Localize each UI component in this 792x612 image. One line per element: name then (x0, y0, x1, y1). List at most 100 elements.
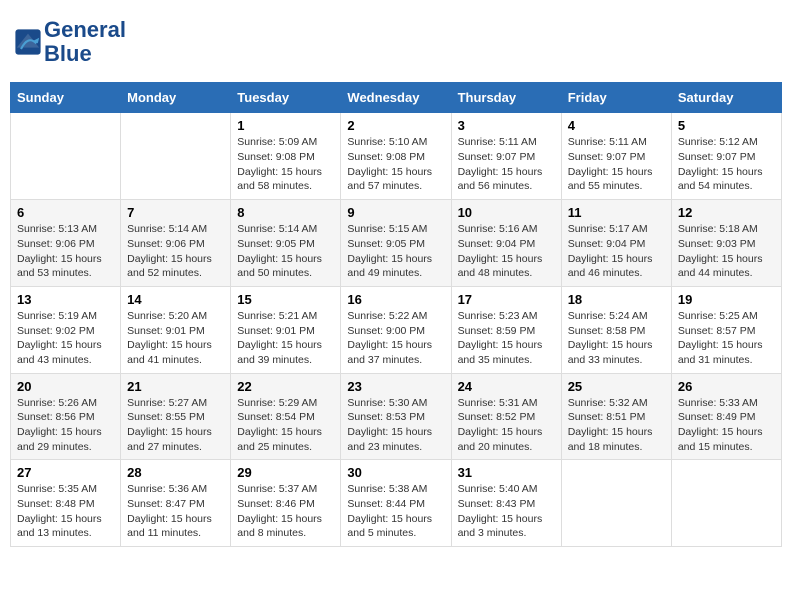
day-info: Sunrise: 5:32 AM Sunset: 8:51 PM Dayligh… (568, 396, 665, 455)
day-number: 9 (347, 205, 444, 220)
day-number: 2 (347, 118, 444, 133)
calendar-cell: 4 Sunrise: 5:11 AM Sunset: 9:07 PM Daylig… (561, 113, 671, 200)
day-info: Sunrise: 5:17 AM Sunset: 9:04 PM Dayligh… (568, 222, 665, 281)
calendar-cell (561, 460, 671, 547)
day-info: Sunrise: 5:11 AM Sunset: 9:07 PM Dayligh… (458, 135, 555, 194)
calendar-cell: 8Sunrise: 5:14 AM Sunset: 9:05 PM Daylig… (231, 200, 341, 287)
week-row-5: 27Sunrise: 5:35 AM Sunset: 8:48 PM Dayli… (11, 460, 782, 547)
logo-icon (14, 28, 42, 56)
day-info: Sunrise: 5:19 AM Sunset: 9:02 PM Dayligh… (17, 309, 114, 368)
day-info: Sunrise: 5:37 AM Sunset: 8:46 PM Dayligh… (237, 482, 334, 541)
day-info: Sunrise: 5:15 AM Sunset: 9:05 PM Dayligh… (347, 222, 444, 281)
day-info: Sunrise: 5:35 AM Sunset: 8:48 PM Dayligh… (17, 482, 114, 541)
day-info: Sunrise: 5:26 AM Sunset: 8:56 PM Dayligh… (17, 396, 114, 455)
day-info: Sunrise: 5:10 AM Sunset: 9:08 PM Dayligh… (347, 135, 444, 194)
day-info: Sunrise: 5:09 AM Sunset: 9:08 PM Dayligh… (237, 135, 334, 194)
day-info: Sunrise: 5:33 AM Sunset: 8:49 PM Dayligh… (678, 396, 775, 455)
calendar-cell: 19 Sunrise: 5:25 AM Sunset: 8:57 PM Dayli… (671, 286, 781, 373)
calendar-cell: 22 Sunrise: 5:29 AM Sunset: 8:54 PM Dayli… (231, 373, 341, 460)
calendar-cell: 20 Sunrise: 5:26 AM Sunset: 8:56 PM Dayli… (11, 373, 121, 460)
day-number: 25 (568, 379, 665, 394)
day-info: Sunrise: 5:23 AM Sunset: 8:59 PM Dayligh… (458, 309, 555, 368)
day-info: Sunrise: 5:29 AM Sunset: 8:54 PM Dayligh… (237, 396, 334, 455)
week-row-3: 13 Sunrise: 5:19 AM Sunset: 9:02 PM Dayli… (11, 286, 782, 373)
day-number: 3 (458, 118, 555, 133)
week-row-4: 20 Sunrise: 5:26 AM Sunset: 8:56 PM Dayli… (11, 373, 782, 460)
day-number: 5 (678, 118, 775, 133)
day-number: 17 (458, 292, 555, 307)
weekday-header-sunday: Sunday (11, 83, 121, 113)
day-number: 10 (458, 205, 555, 220)
logo-text: General Blue (44, 18, 126, 66)
day-number: 26 (678, 379, 775, 394)
day-number: 4 (568, 118, 665, 133)
day-info: Sunrise: 5:20 AM Sunset: 9:01 PM Dayligh… (127, 309, 224, 368)
calendar-cell (671, 460, 781, 547)
header: General Blue (10, 10, 782, 74)
weekday-header-monday: Monday (121, 83, 231, 113)
calendar-cell: 14 Sunrise: 5:20 AM Sunset: 9:01 PM Dayli… (121, 286, 231, 373)
day-number: 22 (237, 379, 334, 394)
day-number: 20 (17, 379, 114, 394)
weekday-header-saturday: Saturday (671, 83, 781, 113)
day-number: 21 (127, 379, 224, 394)
day-number: 30 (347, 465, 444, 480)
day-number: 12 (678, 205, 775, 220)
calendar-cell: 11Sunrise: 5:17 AM Sunset: 9:04 PM Dayli… (561, 200, 671, 287)
day-number: 28 (127, 465, 224, 480)
day-info: Sunrise: 5:16 AM Sunset: 9:04 PM Dayligh… (458, 222, 555, 281)
calendar-table: SundayMondayTuesdayWednesdayThursdayFrid… (10, 82, 782, 547)
day-number: 1 (237, 118, 334, 133)
calendar-cell: 10 Sunrise: 5:16 AM Sunset: 9:04 PM Dayli… (451, 200, 561, 287)
day-info: Sunrise: 5:31 AM Sunset: 8:52 PM Dayligh… (458, 396, 555, 455)
week-row-1: 1 Sunrise: 5:09 AM Sunset: 9:08 PM Daylig… (11, 113, 782, 200)
day-number: 24 (458, 379, 555, 394)
day-info: Sunrise: 5:25 AM Sunset: 8:57 PM Dayligh… (678, 309, 775, 368)
weekday-header-friday: Friday (561, 83, 671, 113)
calendar-cell: 5 Sunrise: 5:12 AM Sunset: 9:07 PM Daylig… (671, 113, 781, 200)
calendar-cell: 13 Sunrise: 5:19 AM Sunset: 9:02 PM Dayli… (11, 286, 121, 373)
calendar-cell: 30 Sunrise: 5:38 AM Sunset: 8:44 PM Dayli… (341, 460, 451, 547)
day-info: Sunrise: 5:38 AM Sunset: 8:44 PM Dayligh… (347, 482, 444, 541)
calendar-cell: 9 Sunrise: 5:15 AM Sunset: 9:05 PM Daylig… (341, 200, 451, 287)
calendar-cell: 26 Sunrise: 5:33 AM Sunset: 8:49 PM Dayli… (671, 373, 781, 460)
day-info: Sunrise: 5:12 AM Sunset: 9:07 PM Dayligh… (678, 135, 775, 194)
calendar-cell: 17 Sunrise: 5:23 AM Sunset: 8:59 PM Dayli… (451, 286, 561, 373)
day-number: 18 (568, 292, 665, 307)
day-info: Sunrise: 5:18 AM Sunset: 9:03 PM Dayligh… (678, 222, 775, 281)
calendar-cell: 24 Sunrise: 5:31 AM Sunset: 8:52 PM Dayli… (451, 373, 561, 460)
day-info: Sunrise: 5:13 AM Sunset: 9:06 PM Dayligh… (17, 222, 114, 281)
weekday-header-tuesday: Tuesday (231, 83, 341, 113)
calendar-cell (11, 113, 121, 200)
calendar-cell: 6 Sunrise: 5:13 AM Sunset: 9:06 PM Daylig… (11, 200, 121, 287)
calendar-cell: 25 Sunrise: 5:32 AM Sunset: 8:51 PM Dayli… (561, 373, 671, 460)
day-number: 19 (678, 292, 775, 307)
day-info: Sunrise: 5:14 AM Sunset: 9:06 PM Dayligh… (127, 222, 224, 281)
day-info: Sunrise: 5:30 AM Sunset: 8:53 PM Dayligh… (347, 396, 444, 455)
calendar-cell: 23 Sunrise: 5:30 AM Sunset: 8:53 PM Dayli… (341, 373, 451, 460)
day-number: 7 (127, 205, 224, 220)
logo: General Blue (14, 18, 126, 66)
day-info: Sunrise: 5:24 AM Sunset: 8:58 PM Dayligh… (568, 309, 665, 368)
calendar-cell (121, 113, 231, 200)
calendar-cell: 3 Sunrise: 5:11 AM Sunset: 9:07 PM Daylig… (451, 113, 561, 200)
day-number: 6 (17, 205, 114, 220)
calendar-cell: 7 Sunrise: 5:14 AM Sunset: 9:06 PM Daylig… (121, 200, 231, 287)
day-number: 8 (237, 205, 334, 220)
weekday-header-row: SundayMondayTuesdayWednesdayThursdayFrid… (11, 83, 782, 113)
day-number: 23 (347, 379, 444, 394)
calendar-cell: 21 Sunrise: 5:27 AM Sunset: 8:55 PM Dayli… (121, 373, 231, 460)
weekday-header-wednesday: Wednesday (341, 83, 451, 113)
day-info: Sunrise: 5:11 AM Sunset: 9:07 PM Dayligh… (568, 135, 665, 194)
calendar-cell: 1 Sunrise: 5:09 AM Sunset: 9:08 PM Daylig… (231, 113, 341, 200)
day-info: Sunrise: 5:27 AM Sunset: 8:55 PM Dayligh… (127, 396, 224, 455)
day-number: 29 (237, 465, 334, 480)
day-number: 14 (127, 292, 224, 307)
day-number: 15 (237, 292, 334, 307)
calendar-cell: 16Sunrise: 5:22 AM Sunset: 9:00 PM Dayli… (341, 286, 451, 373)
calendar-cell: 18 Sunrise: 5:24 AM Sunset: 8:58 PM Dayli… (561, 286, 671, 373)
day-number: 13 (17, 292, 114, 307)
week-row-2: 6 Sunrise: 5:13 AM Sunset: 9:06 PM Daylig… (11, 200, 782, 287)
calendar-cell: 31Sunrise: 5:40 AM Sunset: 8:43 PM Dayli… (451, 460, 561, 547)
day-info: Sunrise: 5:36 AM Sunset: 8:47 PM Dayligh… (127, 482, 224, 541)
